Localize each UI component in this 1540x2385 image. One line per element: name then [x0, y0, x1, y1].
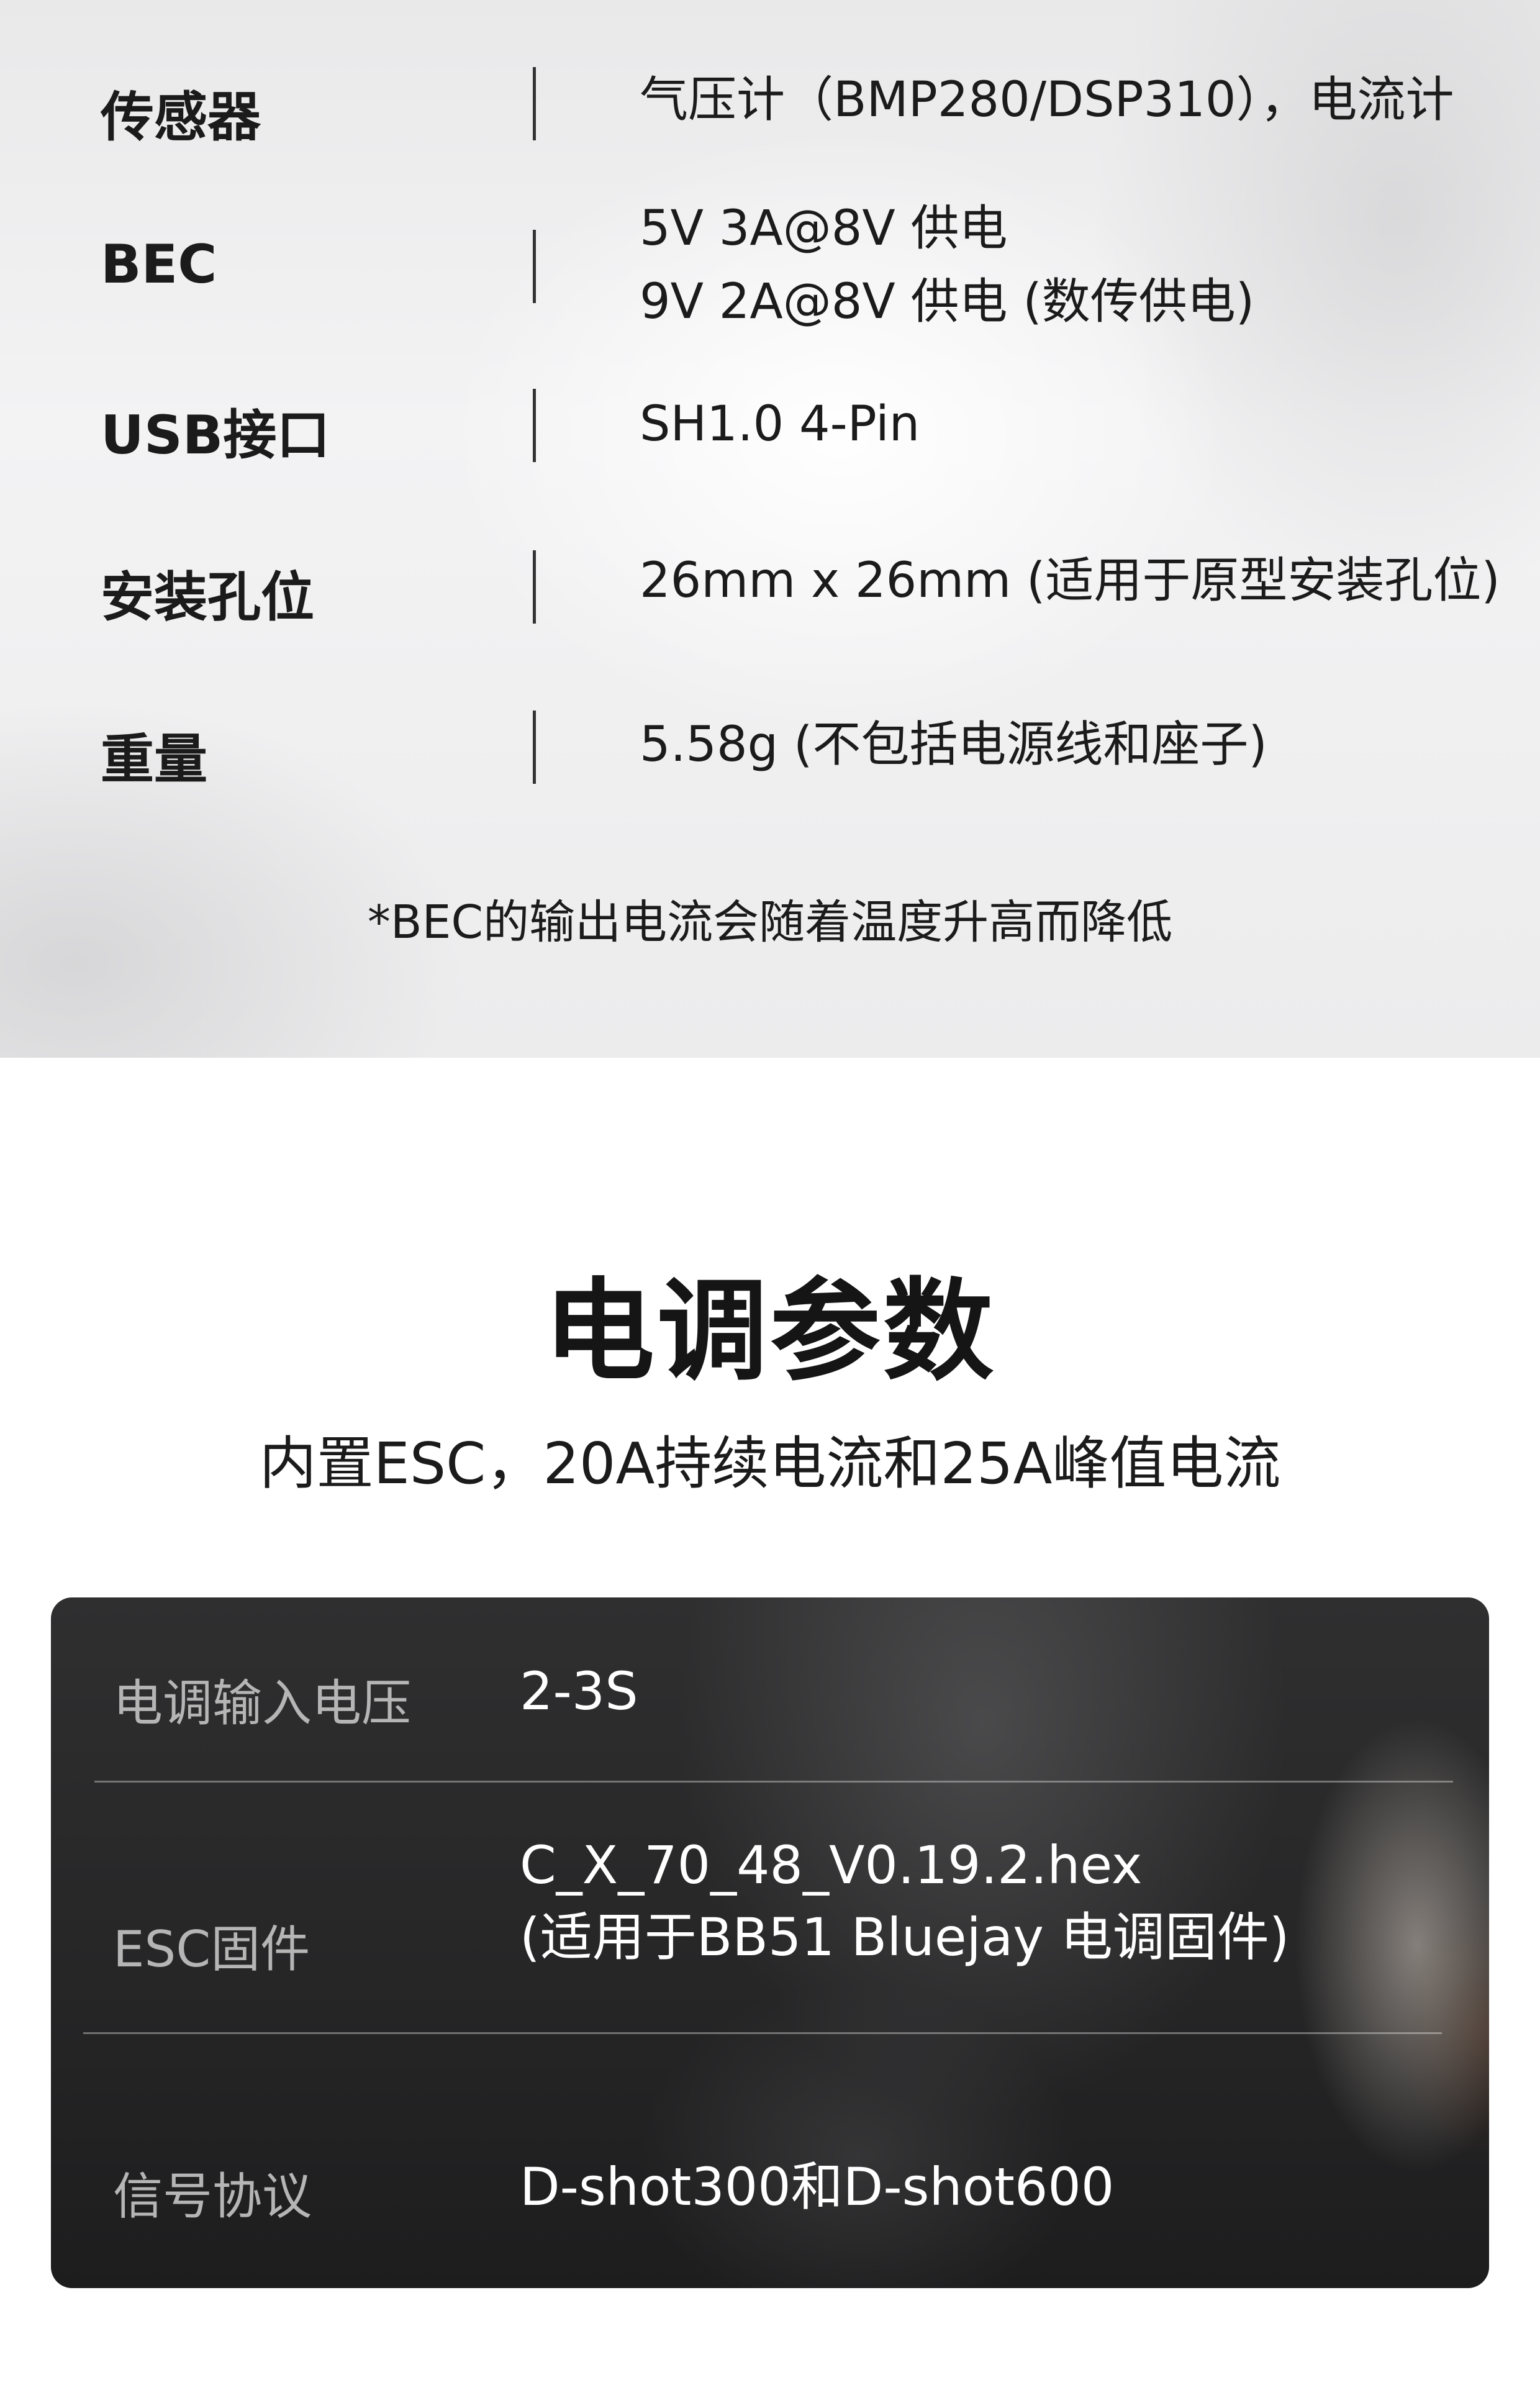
- card-divider: [83, 2032, 1442, 2034]
- esc-value-signal-protocol: D-shot300和D-shot600: [520, 2156, 1115, 2217]
- spec-value-usb: SH1.0 4-Pin: [640, 396, 920, 452]
- spec-value-weight: 5.58g (不包括电源线和座子): [640, 717, 1267, 773]
- spec-divider: [533, 711, 536, 784]
- card-divider: [94, 1781, 1453, 1783]
- esc-label-signal-protocol: 信号协议: [113, 2168, 312, 2225]
- esc-section-subtitle: 内置ESC，20A持续电流和25A峰值电流: [259, 1430, 1281, 1497]
- spec-label-mounting: 安装孔位: [101, 566, 314, 629]
- spec-value-sensor: 气压计（BMP280/DSP310），电流计: [640, 72, 1454, 128]
- spec-divider: [533, 389, 536, 462]
- spec-label-sensor: 传感器: [101, 86, 261, 148]
- esc-label-input-voltage: 电调输入电压: [113, 1674, 411, 1732]
- esc-value-firmware-line1: C_X_70_48_V0.19.2.hex: [520, 1835, 1143, 1896]
- bec-footnote: *BEC的输出电流会随着温度升高而降低: [367, 896, 1173, 949]
- spec-value-bec-line2: 9V 2A@8V 供电 (数传供电): [640, 274, 1255, 330]
- esc-spec-card: 电调输入电压 2-3S ESC固件 C_X_70_48_V0.19.2.hex …: [51, 1597, 1489, 2288]
- esc-value-input-voltage: 2-3S: [520, 1661, 638, 1722]
- spec-value-mounting: 26mm x 26mm (适用于原型安装孔位): [640, 553, 1500, 609]
- spec-divider: [533, 230, 536, 303]
- spec-label-weight: 重量: [101, 729, 207, 791]
- esc-section-title: 电调参数: [544, 1267, 996, 1396]
- esc-value-firmware-line2: (适用于BB51 Bluejay 电调固件): [520, 1907, 1290, 1968]
- spec-value-bec-line1: 5V 3A@8V 供电: [640, 201, 1008, 257]
- flight-controller-spec-section: 传感器 气压计（BMP280/DSP310），电流计 BEC 5V 3A@8V …: [0, 0, 1540, 1058]
- spec-label-bec: BEC: [101, 234, 217, 296]
- esc-label-firmware: ESC固件: [113, 1920, 310, 1978]
- spec-divider: [533, 67, 536, 140]
- spec-divider: [533, 550, 536, 624]
- spec-label-usb: USB接口: [101, 404, 330, 466]
